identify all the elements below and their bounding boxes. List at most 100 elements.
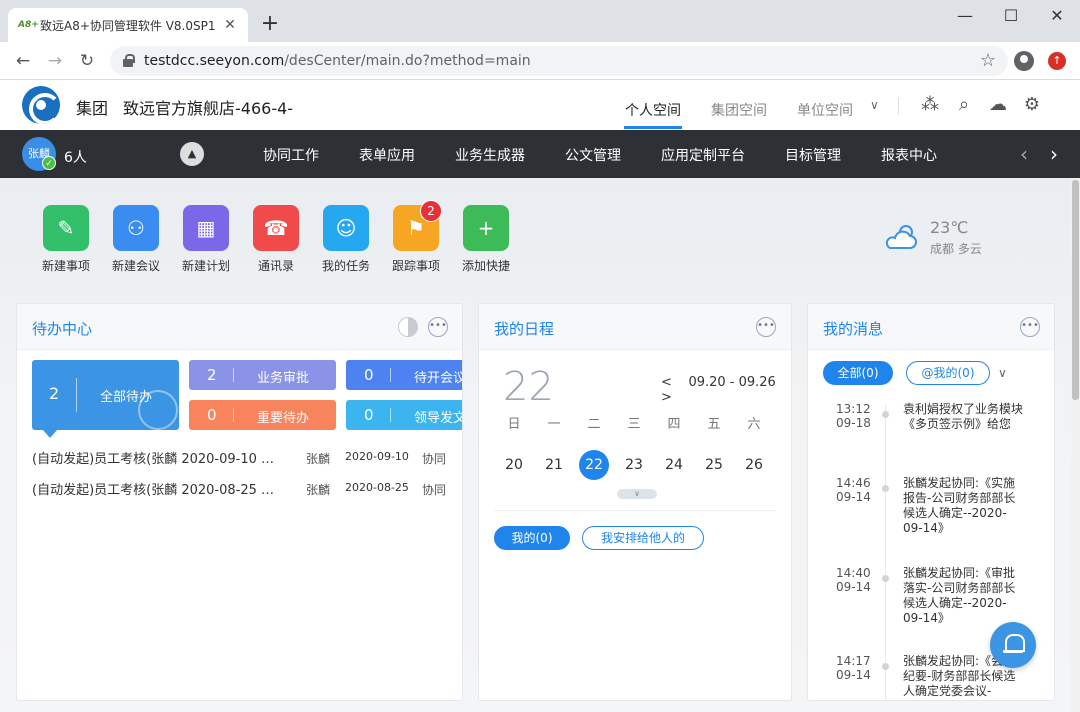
panel-title: 待办中心 <box>32 320 93 338</box>
search-icon[interactable]: ⌕ <box>953 94 975 116</box>
quick-contacts[interactable]: ☎ 通讯录 <box>248 205 304 274</box>
messages-filter-mentions[interactable]: @我的(0) <box>906 361 990 385</box>
calendar-date[interactable]: 24 <box>659 450 689 480</box>
todo-card-leader-docs[interactable]: 0 领导发文 <box>346 400 463 430</box>
active-tab-indicator <box>624 126 682 129</box>
todo-card-meetings[interactable]: 0 待开会议 <box>346 360 462 390</box>
window-close-button[interactable]: ✕ <box>1034 4 1080 28</box>
partly-cloudy-icon <box>885 225 917 249</box>
more-options-icon[interactable]: ••• <box>756 317 776 337</box>
bookmark-star-icon[interactable]: ☆ <box>980 50 996 71</box>
quick-new-meeting[interactable]: ⚇ 新建会议 <box>108 205 164 274</box>
message-text[interactable]: 袁利娟授权了业务模块《多页签示例》给您 <box>903 402 1023 432</box>
my-schedule-filter[interactable]: 我的(0) <box>494 526 570 550</box>
messages-filter-all[interactable]: 全部(0) <box>823 361 893 385</box>
todo-card-important[interactable]: 0 重要待办 <box>189 400 336 430</box>
app-header: 集团 致远官方旗舰店-466-4- 个人空间 集团空间 单位空间 ∨ ⁂ ⌕ ☁… <box>0 80 1080 130</box>
address-bar[interactable]: testdcc.seeyon.com /desCenter/main.do?me… <box>110 46 1008 76</box>
task-icon: ☺ <box>323 205 369 251</box>
more-options-icon[interactable]: ••• <box>428 317 448 337</box>
lock-icon <box>122 54 135 68</box>
divider <box>390 368 391 382</box>
divider <box>233 368 234 382</box>
menu-item-biz-builder[interactable]: 业务生成器 <box>455 145 525 165</box>
navigation-icon[interactable]: ▲ <box>180 142 204 166</box>
calendar-date[interactable]: 23 <box>619 450 649 480</box>
calendar-date[interactable]: 20 <box>499 450 529 480</box>
forward-icon[interactable]: → <box>42 48 68 74</box>
menu-item-collab[interactable]: 协同工作 <box>263 145 319 165</box>
week-range: < 09.20 - 09.26 > <box>661 375 791 405</box>
tab-unit-space[interactable]: 单位空间 <box>797 100 853 120</box>
menu-item-docs[interactable]: 公文管理 <box>565 145 621 165</box>
chevron-right-icon[interactable]: › <box>1050 142 1058 166</box>
people-count[interactable]: 6人 <box>64 147 87 167</box>
message-text[interactable]: 张麟发起协同:《实施报告-公司财务部部长候选人确定--2020-09-14》 <box>903 476 1023 536</box>
more-options-icon[interactable]: ••• <box>1020 317 1040 337</box>
menu-item-forms[interactable]: 表单应用 <box>359 145 415 165</box>
selected-arrow <box>43 430 57 438</box>
quick-new-item[interactable]: ✎ 新建事项 <box>38 205 94 274</box>
update-icon[interactable]: ↑ <box>1048 52 1066 70</box>
todo-row[interactable]: (自动发起)员工考核(张麟 2020-08-25 … 张麟 2020-08-25… <box>32 479 462 499</box>
message-text[interactable]: 张麟发起协同:《审批落实-公司财务部部长候选人确定--2020-09-14》 <box>903 566 1023 626</box>
new-tab-button[interactable]: + <box>258 12 282 36</box>
weather-city: 成都 多云 <box>930 242 982 256</box>
next-week-button[interactable]: > <box>661 390 672 405</box>
todo-panel: 待办中心 ••• 2 全部待办 2 业务审批 0 待开会议 0 重要待办 0 领… <box>16 303 463 701</box>
prev-week-button[interactable]: < <box>661 375 672 390</box>
profile-icon[interactable] <box>1014 51 1034 71</box>
minimize-button[interactable]: — <box>942 4 988 28</box>
todo-row-title[interactable]: (自动发起)员工考核(张麟 2020-09-10 … <box>32 448 294 467</box>
todo-row[interactable]: (自动发起)员工考核(张麟 2020-09-10 … 张麟 2020-09-10… <box>32 448 462 468</box>
calendar-date[interactable]: 26 <box>739 450 769 480</box>
scrollbar-thumb[interactable] <box>1072 180 1079 400</box>
assigned-to-others-filter[interactable]: 我安排给他人的 <box>582 526 704 550</box>
calendar-date[interactable]: 21 <box>539 450 569 480</box>
message-date: 09-14 <box>836 580 871 594</box>
todo-row-date: 2020-08-25 <box>345 481 409 494</box>
todo-row-title[interactable]: (自动发起)员工考核(张麟 2020-08-25 … <box>32 479 294 498</box>
card-label: 领导发文 <box>414 411 463 426</box>
plus-icon: + <box>463 205 509 251</box>
back-icon[interactable]: ← <box>10 48 36 74</box>
quick-label: 新建计划 <box>181 259 230 273</box>
calendar-date[interactable]: 25 <box>699 450 729 480</box>
todo-row-user: 张麟 <box>306 483 331 497</box>
apps-icon[interactable]: ⁂ <box>919 94 941 116</box>
url-path: /desCenter/main.do?method=main <box>284 53 531 69</box>
quick-new-plan[interactable]: ▦ 新建计划 <box>178 205 234 274</box>
tab-close-icon[interactable]: ✕ <box>222 17 238 33</box>
menu-item-goals[interactable]: 目标管理 <box>785 145 841 165</box>
tab-personal-space[interactable]: 个人空间 <box>625 100 681 120</box>
chevron-left-icon[interactable]: ‹ <box>1020 142 1028 166</box>
calendar-date-today[interactable]: 22 <box>579 450 609 480</box>
message-time: 14:17 <box>836 654 871 668</box>
quick-label: 添加快捷 <box>461 259 510 273</box>
page-scrollbar[interactable] <box>1071 178 1080 712</box>
chevron-down-icon[interactable]: ∨ <box>998 366 1007 380</box>
maximize-button[interactable]: ☐ <box>988 4 1034 28</box>
quick-my-tasks[interactable]: ☺ 我的任务 <box>318 205 374 274</box>
reload-icon[interactable]: ↻ <box>74 48 100 74</box>
card-label: 业务审批 <box>257 371 310 386</box>
quick-label: 跟踪事项 <box>391 259 440 273</box>
contrast-icon[interactable] <box>398 317 418 337</box>
bell-icon[interactable] <box>990 622 1036 668</box>
expand-calendar-icon[interactable]: ∨ <box>617 489 657 499</box>
gear-icon[interactable]: ⚙ <box>1021 94 1043 116</box>
quick-tracking[interactable]: ⚑ 跟踪事项 2 <box>388 200 444 274</box>
browser-tab[interactable]: A8+ 致远A8+协同管理软件 V8.0SP1 ✕ <box>8 8 248 42</box>
org-name[interactable]: 集团 <box>76 95 108 119</box>
chevron-down-icon[interactable]: ∨ <box>870 98 879 112</box>
chat-icon[interactable]: ☁ <box>987 94 1009 116</box>
plan-icon: ▦ <box>183 205 229 251</box>
menu-item-app-platform[interactable]: 应用定制平台 <box>661 145 745 165</box>
todo-all-card[interactable]: 2 全部待办 <box>32 360 179 430</box>
tab-group-space[interactable]: 集团空间 <box>711 100 767 120</box>
quick-add-shortcut[interactable]: + 添加快捷 <box>458 205 514 274</box>
favicon-icon: A8+ <box>18 20 39 30</box>
todo-card-approval[interactable]: 2 业务审批 <box>189 360 336 390</box>
browser-toolbar: ← → ↻ testdcc.seeyon.com /desCenter/main… <box>0 42 1080 80</box>
menu-item-reports[interactable]: 报表中心 <box>881 145 937 165</box>
